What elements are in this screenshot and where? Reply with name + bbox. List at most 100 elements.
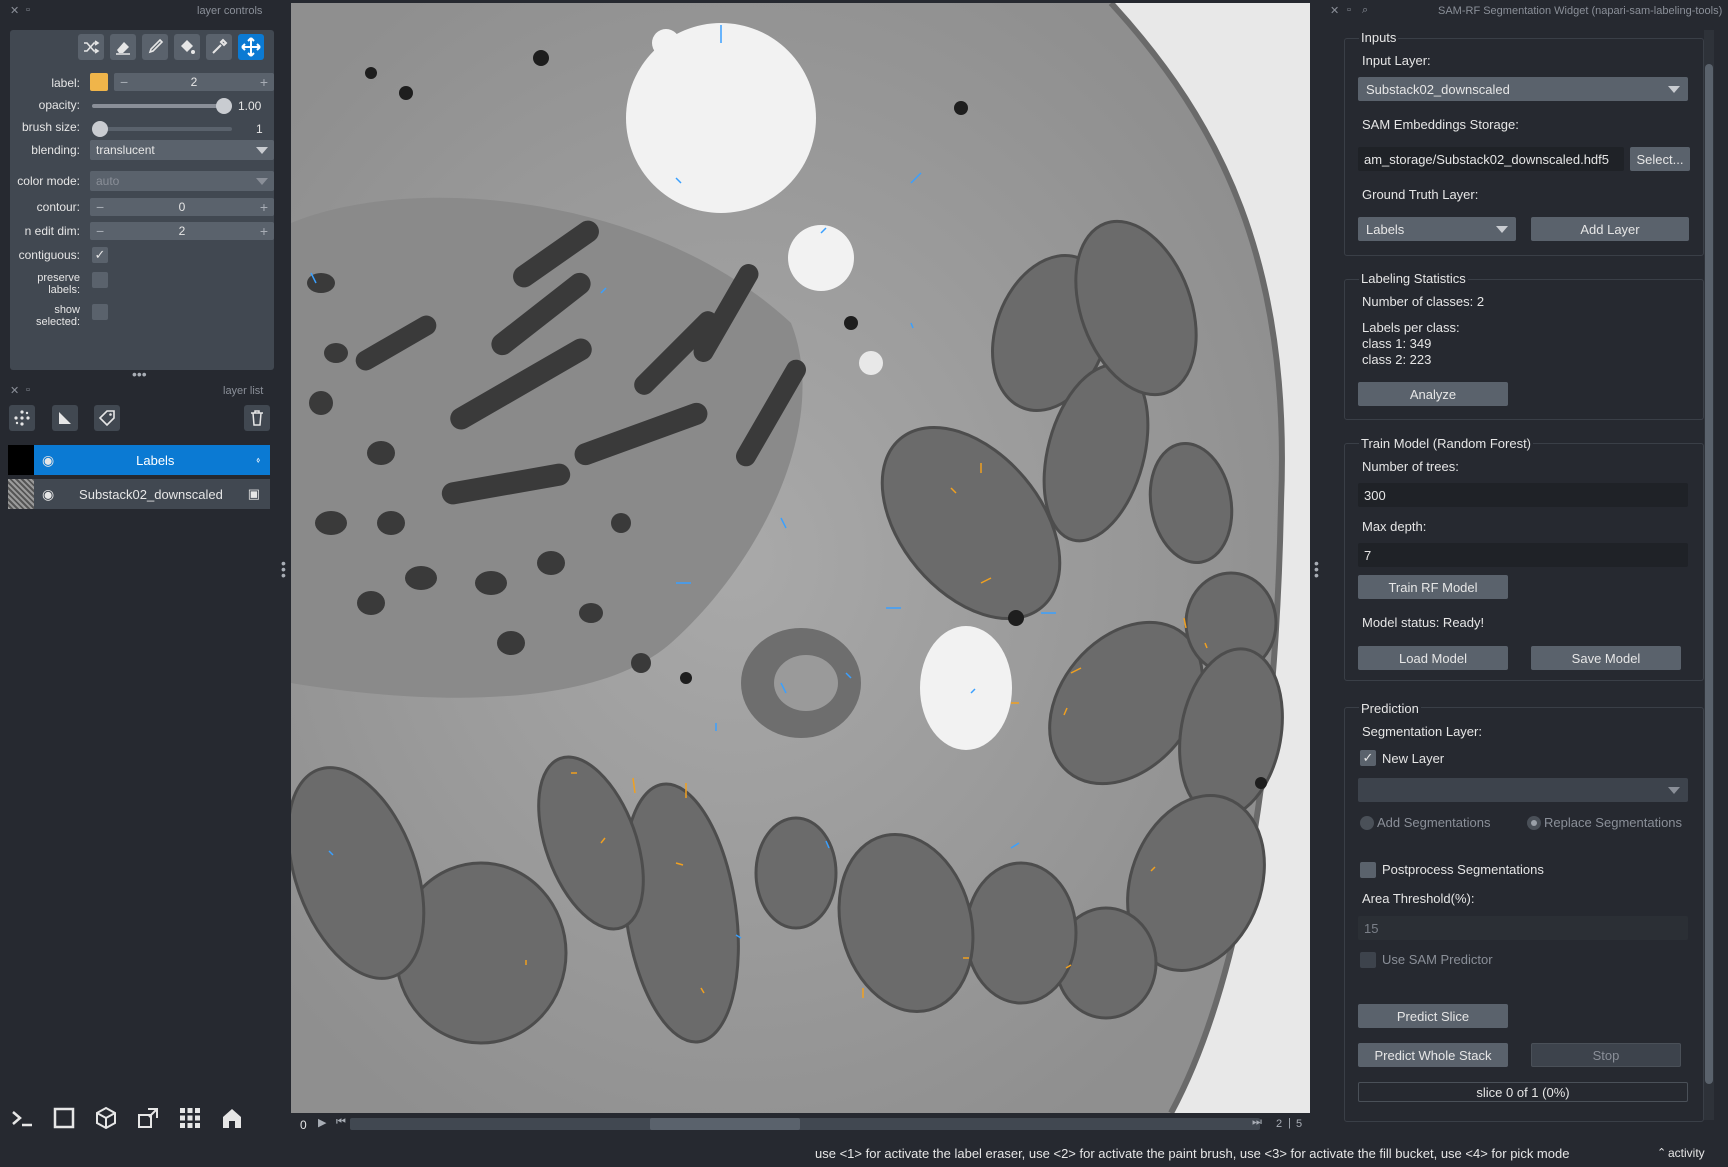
label-color-swatch[interactable] — [90, 73, 108, 91]
show-selected-checkbox[interactable] — [92, 304, 108, 320]
delete-layer-button[interactable] — [244, 405, 270, 431]
grid-view-button[interactable] — [174, 1102, 206, 1134]
dims-slider-handle[interactable] — [650, 1118, 800, 1130]
brush-size-slider[interactable] — [92, 127, 232, 131]
select-storage-button[interactable]: Select... — [1630, 147, 1690, 171]
preserve-labels-checkbox[interactable] — [92, 272, 108, 288]
toggle-ndisplay-button[interactable] — [48, 1102, 80, 1134]
decrement-icon[interactable]: − — [120, 74, 128, 90]
close-icon[interactable]: ✕ — [10, 4, 19, 17]
color-mode-value: auto — [96, 174, 120, 188]
n-edit-dim-spinbox[interactable]: − 2 + — [90, 222, 274, 240]
use-sam-predictor-checkbox[interactable] — [1360, 952, 1376, 968]
left-splitter-handle[interactable]: • • • — [281, 556, 286, 582]
layer-row-labels[interactable]: ◉ Labels ⬫ — [8, 445, 270, 475]
eye-icon[interactable]: ◉ — [42, 452, 54, 469]
add-layer-button[interactable]: Add Layer — [1531, 217, 1689, 241]
number-of-trees-input[interactable]: 300 — [1358, 483, 1688, 507]
chevron-down-icon — [256, 177, 268, 185]
replace-segmentations-radio[interactable] — [1527, 816, 1541, 830]
inputs-title: Inputs — [1359, 30, 1399, 45]
close-icon[interactable]: ✕ — [1330, 4, 1339, 17]
eye-icon[interactable]: ◉ — [42, 486, 54, 503]
activity-button[interactable]: activity — [1668, 1146, 1705, 1160]
increment-icon[interactable]: + — [260, 199, 268, 215]
decrement-icon[interactable]: − — [96, 223, 104, 239]
stop-button[interactable]: Stop — [1531, 1043, 1681, 1067]
ground-truth-dropdown[interactable]: Labels — [1358, 217, 1516, 241]
layer-list-title: layer list — [223, 385, 264, 397]
scrollbar-thumb[interactable] — [1705, 64, 1713, 1084]
step-forward-icon[interactable]: ⏭ — [1252, 1116, 1262, 1129]
model-status: Model status: Ready! — [1362, 615, 1485, 630]
play-icon[interactable]: ▶ — [318, 1116, 326, 1129]
dims-slider[interactable] — [350, 1118, 1260, 1130]
eraser-button[interactable] — [110, 34, 136, 60]
search-icon[interactable]: ⌕ — [1362, 4, 1368, 17]
close-icon[interactable]: ✕ — [10, 384, 19, 397]
new-layer-checkbox[interactable]: ✓ — [1360, 750, 1376, 766]
train-rf-model-button[interactable]: Train RF Model — [1358, 575, 1508, 599]
new-shapes-layer-button[interactable] — [52, 405, 78, 431]
replace-segmentations-label: Replace Segmentations — [1544, 815, 1683, 830]
float-icon[interactable]: ▫ — [1347, 4, 1351, 16]
predict-slice-button[interactable]: Predict Slice — [1358, 1004, 1508, 1028]
label-spinbox[interactable]: − 2 + — [114, 73, 274, 91]
splitter-handle[interactable]: ••• — [132, 366, 147, 382]
number-of-trees-value: 300 — [1364, 487, 1386, 503]
widget-scrollbar[interactable] — [1704, 30, 1714, 1120]
segmentation-layer-dropdown[interactable] — [1358, 778, 1688, 802]
increment-icon[interactable]: + — [260, 74, 268, 90]
opacity-slider[interactable] — [92, 104, 232, 108]
decrement-icon[interactable]: − — [96, 199, 104, 215]
shuffle-colors-button[interactable] — [78, 34, 104, 60]
analyze-button[interactable]: Analyze — [1358, 382, 1508, 406]
square-icon — [53, 1107, 75, 1129]
segmentation-layer-label: Segmentation Layer: — [1362, 724, 1482, 739]
max-depth-input[interactable]: 7 — [1358, 543, 1688, 567]
eraser-icon — [116, 42, 130, 55]
embeddings-storage-label: SAM Embeddings Storage: — [1362, 117, 1519, 132]
save-model-button[interactable]: Save Model — [1531, 646, 1681, 670]
fill-bucket-button[interactable] — [174, 34, 200, 60]
add-segmentations-radio[interactable] — [1360, 816, 1374, 830]
color-picker-button[interactable] — [206, 34, 232, 60]
predict-whole-stack-button[interactable]: Predict Whole Stack — [1358, 1043, 1508, 1067]
new-labels-layer-button[interactable] — [94, 405, 120, 431]
train-model-title: Train Model (Random Forest) — [1359, 436, 1534, 451]
postprocess-checkbox[interactable] — [1360, 862, 1376, 878]
float-icon[interactable]: ▫ — [26, 384, 30, 396]
step-back-icon[interactable]: ⏮ — [336, 1116, 346, 1129]
image-canvas[interactable] — [291, 3, 1310, 1113]
color-mode-dropdown[interactable]: auto — [90, 171, 274, 191]
brush-size-slider-handle[interactable] — [92, 121, 108, 137]
home-icon — [223, 1109, 241, 1128]
increment-icon[interactable]: + — [260, 223, 268, 239]
blending-dropdown[interactable]: translucent — [90, 140, 274, 160]
shuffle-icon — [84, 40, 100, 54]
chevron-down-icon — [1496, 225, 1508, 233]
n-edit-dim-label: n edit dim: — [24, 224, 80, 238]
float-icon[interactable]: ▫ — [26, 4, 30, 16]
input-layer-dropdown[interactable]: Substack02_downscaled — [1358, 77, 1688, 101]
transpose-dims-button[interactable] — [132, 1102, 164, 1134]
opacity-slider-handle[interactable] — [216, 98, 232, 114]
chevron-up-icon[interactable]: ⌃ — [1657, 1146, 1666, 1159]
roll-dims-button[interactable] — [90, 1102, 122, 1134]
load-model-button[interactable]: Load Model — [1358, 646, 1508, 670]
labeling-statistics-title: Labeling Statistics — [1359, 271, 1468, 286]
area-threshold-input[interactable]: 15 — [1358, 916, 1688, 940]
home-button[interactable] — [216, 1102, 248, 1134]
right-splitter-handle[interactable]: • • • — [1314, 556, 1319, 582]
predict-whole-stack-label: Predict Whole Stack — [1374, 1047, 1492, 1063]
contiguous-checkbox[interactable]: ✓ — [92, 247, 108, 263]
contour-spinbox[interactable]: − 0 + — [90, 198, 274, 216]
new-points-layer-button[interactable] — [9, 405, 35, 431]
status-hint: use <1> for activate the label eraser, u… — [815, 1146, 1570, 1161]
input-layer-value: Substack02_downscaled — [1366, 81, 1510, 97]
console-button[interactable] — [6, 1102, 38, 1134]
embeddings-storage-field[interactable]: am_storage/Substack02_downscaled.hdf5 — [1358, 147, 1624, 171]
pan-zoom-button[interactable] — [238, 34, 264, 60]
layer-row-image[interactable]: ◉ Substack02_downscaled ▣ — [8, 479, 270, 509]
paint-brush-button[interactable] — [142, 34, 168, 60]
